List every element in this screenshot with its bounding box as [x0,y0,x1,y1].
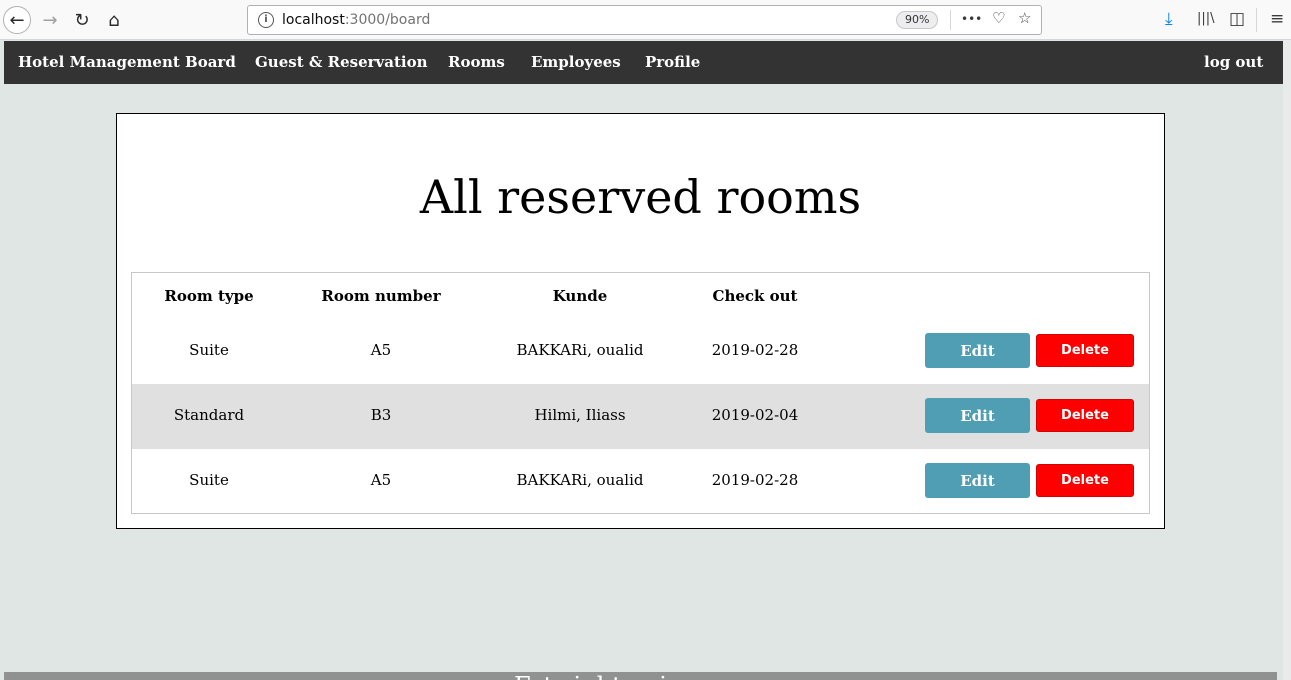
room-type-cell: Standard [173,406,245,424]
check-out-cell: 2019-02-28 [711,471,799,489]
page-title: All reserved rooms [419,170,862,224]
address-bar[interactable]: i localhost:3000/board 90% ••• ♡ ☆ [247,5,1042,35]
nav-item-profile[interactable]: Profile [645,53,700,71]
kunde-cell: BAKKARi, oualid [516,471,644,489]
reload-icon[interactable]: ↻ [68,6,96,34]
url-text[interactable]: localhost:3000/board [282,12,430,28]
room-type-cell: Suite [189,341,229,359]
url-path: :3000/board [344,12,431,28]
table-row: Suite A5 BAKKARi, oualid 2019-02-28 Edit… [132,319,1149,384]
download-icon[interactable]: ⤓ [1165,9,1173,29]
scrollbar-track[interactable] [1283,40,1291,680]
site-info-icon[interactable]: i [258,12,274,28]
check-out-cell: 2019-02-04 [711,406,799,424]
room-number-cell: B3 [370,406,392,424]
column-header-kunde: Kunde [552,287,608,305]
url-host: localhost [282,12,345,28]
column-header-check-out: Check out [712,287,798,305]
reserved-rooms-card: All reserved rooms Room type Room number… [116,113,1165,529]
column-header-room-type: Room type [164,287,254,305]
browser-toolbar: ← → ↻ ⌂ i localhost:3000/board 90% ••• ♡… [0,0,1291,40]
room-number-cell: A5 [370,471,392,489]
edit-button[interactable]: Edit [925,463,1030,498]
address-bar-divider [950,10,951,30]
nav-item-employees[interactable]: Employees [531,53,621,71]
page-actions-icon[interactable]: ••• [961,12,982,26]
delete-button[interactable]: Delete [1036,464,1134,497]
zoom-level-badge[interactable]: 90% [896,11,939,29]
kunde-cell: BAKKARi, oualid [516,341,644,359]
column-header-room-number: Room number [321,287,441,305]
forward-arrow-icon[interactable]: → [36,6,64,34]
back-arrow-icon[interactable]: ← [3,6,31,34]
reservations-table: Room type Room number Kunde Check out Su… [131,272,1150,514]
logout-link[interactable]: log out [1204,53,1263,71]
delete-button[interactable]: Delete [1036,334,1134,367]
nav-item-rooms[interactable]: Rooms [448,53,505,71]
kunde-cell: Hilmi, Iliass [534,406,626,424]
footer-text: Fatwight oui [514,672,667,680]
bookmark-star-icon[interactable]: ☆ [1018,9,1031,27]
table-row: Standard B3 Hilmi, Iliass 2019-02-04 Edi… [132,384,1149,449]
table-row: Suite A5 BAKKARi, oualid 2019-02-28 Edit… [132,449,1149,514]
nav-brand-link[interactable]: Hotel Management Board [18,53,236,71]
app-navbar: Hotel Management Board Guest & Reservati… [4,41,1283,84]
room-number-cell: A5 [370,341,392,359]
edit-button[interactable]: Edit [925,333,1030,368]
pocket-icon[interactable]: ♡ [992,9,1005,27]
page-footer: Fatwight oui [4,672,1277,680]
toolbar-divider [1256,8,1257,32]
sidebar-icon[interactable]: ◫ [1229,9,1245,29]
hamburger-menu-icon[interactable]: ≡ [1270,9,1284,29]
edit-button[interactable]: Edit [925,398,1030,433]
check-out-cell: 2019-02-28 [711,341,799,359]
home-icon[interactable]: ⌂ [100,6,128,34]
room-type-cell: Suite [189,471,229,489]
library-icon[interactable]: |||\ [1197,11,1215,26]
nav-item-guest-reservation[interactable]: Guest & Reservation [255,53,428,71]
delete-button[interactable]: Delete [1036,399,1134,432]
